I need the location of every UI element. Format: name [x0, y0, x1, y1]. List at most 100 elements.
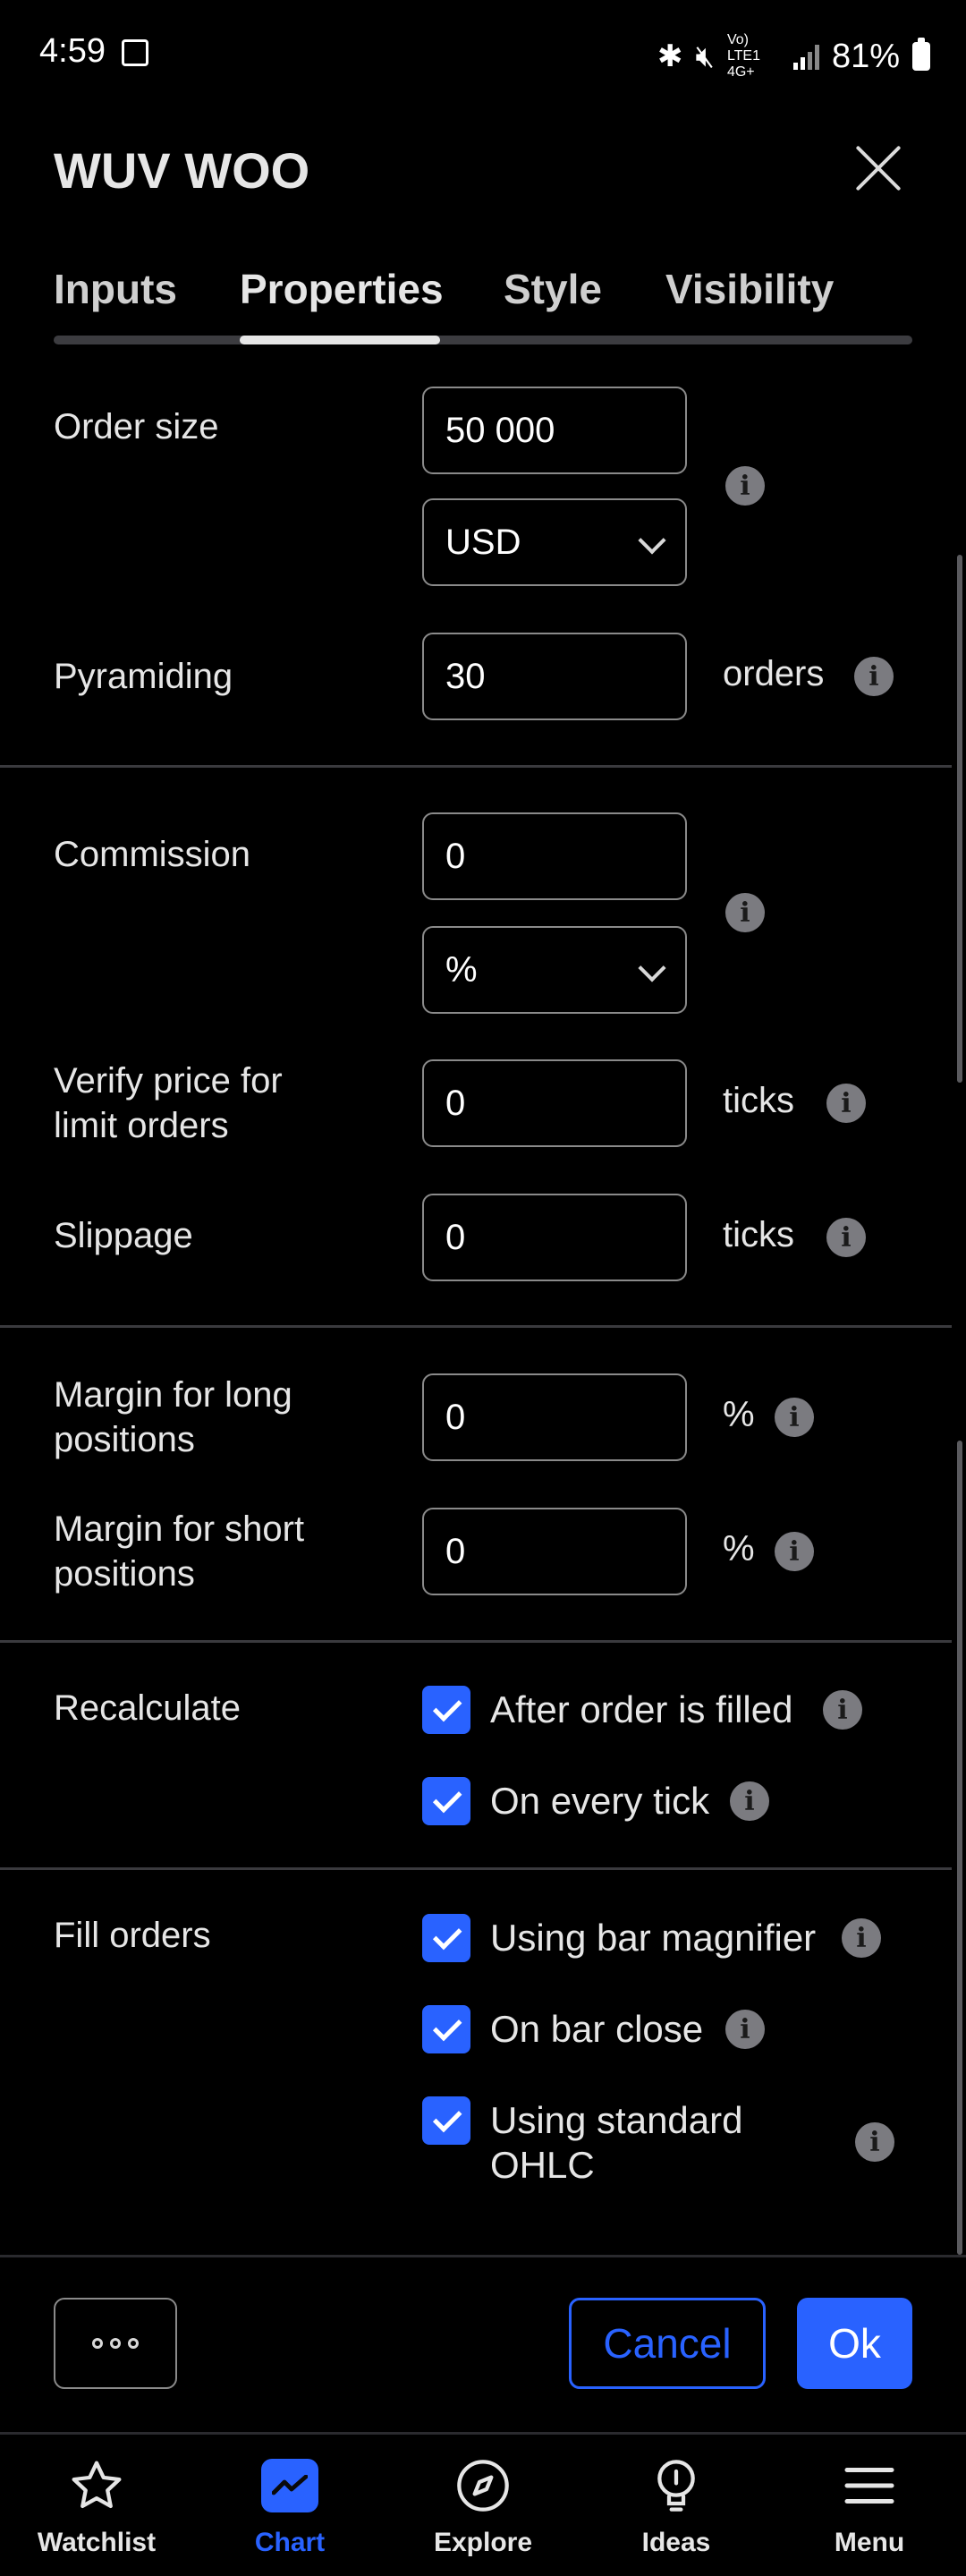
pyramiding-label: Pyramiding [54, 657, 233, 696]
slippage-label: Slippage [54, 1216, 193, 1255]
margin-long-unit: % [723, 1395, 755, 1434]
battery-icon [912, 38, 930, 71]
info-icon[interactable]: i [725, 2010, 765, 2049]
ok-button[interactable]: Ok [797, 2298, 912, 2389]
bluetooth-icon: ✱ [657, 39, 683, 73]
status-icons: ✱ 🔇︎ Vo) LTE1 4G+ 81% [657, 32, 930, 81]
info-icon[interactable]: i [842, 1918, 881, 1958]
nav-chart[interactable]: Chart [193, 2435, 386, 2576]
chart-icon [258, 2454, 321, 2517]
margin-long-label: Margin for long positions [54, 1373, 292, 1462]
cancel-button[interactable]: Cancel [569, 2298, 766, 2389]
on-bar-close-label[interactable]: On bar close [490, 2007, 703, 2052]
nav-watchlist[interactable]: Watchlist [0, 2435, 193, 2576]
more-dot [128, 2338, 139, 2349]
info-icon[interactable]: i [730, 1781, 769, 1821]
chevron-down-icon [638, 526, 666, 555]
nav-menu-label: Menu [834, 2528, 905, 2557]
info-icon[interactable]: i [826, 1084, 866, 1123]
fill-orders-label: Fill orders [54, 1916, 211, 1955]
section-divider [0, 765, 952, 768]
verify-price-label: Verify price for limit orders [54, 1058, 283, 1148]
tab-track [54, 336, 912, 344]
slippage-unit: ticks [723, 1215, 794, 1254]
commission-label: Commission [54, 835, 251, 874]
standard-ohlc-checkbox[interactable] [422, 2096, 470, 2145]
verify-price-label-line2: limit orders [54, 1106, 229, 1145]
verify-price-label-line1: Verify price for [54, 1061, 283, 1101]
tab-properties[interactable]: Properties [240, 265, 444, 313]
tab-inputs[interactable]: Inputs [54, 265, 177, 313]
nav-ideas[interactable]: Ideas [580, 2435, 773, 2576]
nav-ideas-label: Ideas [641, 2528, 711, 2557]
chevron-down-icon [638, 954, 666, 982]
standard-ohlc-label[interactable]: Using standard OHLC [490, 2098, 743, 2188]
after-order-filled-checkbox[interactable] [422, 1686, 470, 1734]
recalculate-label: Recalculate [54, 1688, 242, 1728]
on-bar-close-checkbox[interactable] [422, 2005, 470, 2053]
tab-style[interactable]: Style [504, 265, 602, 313]
section-divider [0, 1640, 952, 1643]
commission-type-value: % [445, 949, 478, 990]
order-size-currency-select[interactable]: USD [422, 498, 687, 586]
more-dot [110, 2338, 121, 2349]
margin-short-label: Margin for short positions [54, 1507, 304, 1596]
nav-chart-label: Chart [254, 2528, 326, 2557]
info-icon[interactable]: i [854, 657, 894, 696]
more-options-button[interactable] [54, 2298, 177, 2389]
menu-icon [838, 2454, 901, 2517]
commission-type-select[interactable]: % [422, 926, 687, 1014]
margin-long-input[interactable]: 0 [422, 1373, 687, 1461]
margin-long-label-line1: Margin for long [54, 1375, 292, 1415]
slippage-input[interactable]: 0 [422, 1194, 687, 1281]
bar-magnifier-label[interactable]: Using bar magnifier [490, 1916, 816, 1960]
bottom-navigation: Watchlist Chart Explore Ideas Menu [0, 2432, 966, 2576]
nav-watchlist-label: Watchlist [37, 2528, 157, 2557]
currency-select-value: USD [445, 522, 521, 562]
margin-short-label-line1: Margin for short [54, 1509, 305, 1549]
tab-visibility[interactable]: Visibility [665, 265, 834, 313]
after-order-filled-label[interactable]: After order is filled [490, 1688, 792, 1732]
network-indicator: Vo) LTE1 4G+ [726, 32, 760, 80]
footer-divider [0, 2255, 966, 2257]
scrollbar[interactable] [957, 1441, 962, 2255]
commission-input[interactable]: 0 [422, 812, 687, 900]
section-divider [0, 1325, 952, 1328]
margin-short-unit: % [723, 1529, 755, 1569]
mute-icon: 🔇︎ [695, 38, 715, 73]
info-icon[interactable]: i [775, 1398, 814, 1437]
pyramiding-unit: orders [723, 654, 825, 693]
info-icon[interactable]: i [725, 466, 765, 506]
dialog-title: WUV WOO [54, 142, 310, 199]
margin-short-input[interactable]: 0 [422, 1508, 687, 1595]
nav-explore[interactable]: Explore [386, 2435, 580, 2576]
status-time: 4:59 [39, 32, 106, 70]
info-icon[interactable]: i [855, 2122, 894, 2162]
order-size-input[interactable]: 50 000 [422, 387, 687, 474]
on-every-tick-checkbox[interactable] [422, 1777, 470, 1825]
pyramiding-input[interactable]: 30 [422, 633, 687, 720]
info-icon[interactable]: i [823, 1690, 862, 1730]
scrollbar[interactable] [957, 555, 962, 1083]
verify-price-unit: ticks [723, 1081, 794, 1120]
nav-explore-label: Explore [433, 2528, 533, 2557]
on-every-tick-label[interactable]: On every tick [490, 1779, 709, 1824]
active-tab-indicator [240, 336, 440, 344]
order-size-label: Order size [54, 407, 219, 446]
battery-percent: 81% [831, 37, 900, 75]
info-icon[interactable]: i [725, 893, 765, 932]
info-icon[interactable]: i [826, 1218, 866, 1257]
margin-long-label-line2: positions [54, 1420, 195, 1459]
section-divider [0, 1867, 952, 1870]
standard-ohlc-label-line2: OHLC [490, 2144, 595, 2186]
verify-price-input[interactable]: 0 [422, 1059, 687, 1147]
signal-icon [792, 43, 819, 70]
standard-ohlc-label-line1: Using standard [490, 2099, 743, 2141]
star-icon [65, 2454, 128, 2517]
bar-magnifier-checkbox[interactable] [422, 1914, 470, 1962]
info-icon[interactable]: i [775, 1532, 814, 1571]
nav-menu[interactable]: Menu [773, 2435, 966, 2576]
gallery-notification-icon [122, 39, 148, 66]
compass-icon [452, 2454, 514, 2517]
close-icon[interactable] [853, 143, 903, 193]
